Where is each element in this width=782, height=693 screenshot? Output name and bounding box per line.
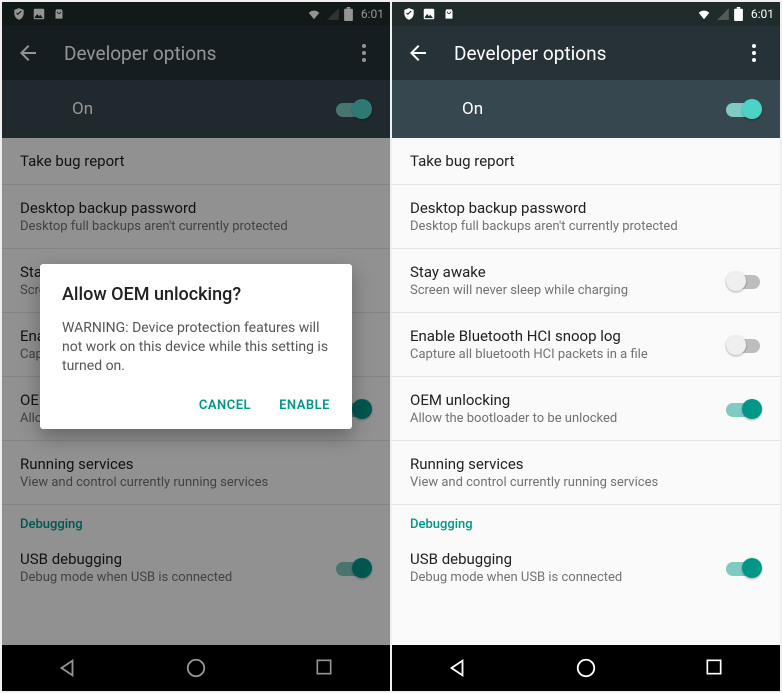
oem-unlock-dialog: Allow OEM unlocking? WARNING: Device pro…: [40, 264, 352, 429]
row-subtitle: Desktop full backups aren't currently pr…: [410, 219, 762, 234]
dialog-title: Allow OEM unlocking?: [62, 284, 330, 305]
usb-debug-toggle-switch[interactable]: [726, 558, 762, 578]
oem-toggle-switch[interactable]: [726, 399, 762, 419]
app-bar: Developer options: [392, 26, 780, 80]
bt-hci-toggle-switch[interactable]: [726, 335, 762, 355]
phone-right: 6:01 Developer options On Take bug repor…: [392, 2, 780, 691]
section-debugging: Debugging: [392, 505, 780, 536]
master-toggle-switch[interactable]: [726, 99, 762, 119]
antivirus-icon: [402, 7, 416, 21]
nav-recent-icon[interactable]: [704, 657, 726, 679]
row-running-services[interactable]: Running services View and control curren…: [392, 441, 780, 505]
image-icon: [422, 7, 436, 21]
row-oem-unlocking[interactable]: OEM unlocking Allow the bootloader to be…: [392, 377, 780, 441]
row-subtitle: Allow the bootloader to be unlocked: [410, 411, 726, 426]
cancel-button[interactable]: Cancel: [199, 398, 251, 413]
overflow-menu-icon[interactable]: [742, 41, 766, 65]
row-title: Stay awake: [410, 263, 726, 281]
row-title: OEM unlocking: [410, 391, 726, 409]
row-stay-awake[interactable]: Stay awake Screen will never sleep while…: [392, 249, 780, 313]
settings-list: Take bug report Desktop backup password …: [392, 138, 780, 645]
page-title: Developer options: [454, 42, 742, 65]
row-usb-debugging[interactable]: USB debugging Debug mode when USB is con…: [392, 536, 780, 599]
wifi-icon: [696, 7, 712, 21]
row-subtitle: Debug mode when USB is connected: [410, 570, 726, 585]
row-title: USB debugging: [410, 550, 726, 568]
row-title: Desktop backup password: [410, 199, 762, 217]
row-subtitle: Capture all bluetooth HCI packets in a f…: [410, 347, 726, 362]
nav-home-icon[interactable]: [575, 657, 597, 679]
stay-awake-toggle-switch[interactable]: [726, 271, 762, 291]
phone-left: 6:01 Developer options On Take bug repor…: [2, 2, 390, 691]
master-toggle-row[interactable]: On: [392, 80, 780, 138]
battery-icon: [734, 7, 743, 21]
row-bluetooth-hci[interactable]: Enable Bluetooth HCI snoop log Capture a…: [392, 313, 780, 377]
nav-back-icon[interactable]: [446, 657, 468, 679]
row-title: Enable Bluetooth HCI snoop log: [410, 327, 726, 345]
master-toggle-label: On: [462, 99, 726, 119]
signal-icon: [716, 7, 730, 21]
row-title: Running services: [410, 455, 762, 473]
status-time: 6:01: [751, 7, 774, 21]
store-icon: [442, 7, 456, 21]
row-subtitle: Screen will never sleep while charging: [410, 283, 726, 298]
dialog-body: WARNING: Device protection features will…: [62, 319, 330, 376]
row-subtitle: View and control currently running servi…: [410, 475, 762, 490]
nav-bar: [392, 645, 780, 691]
row-bug-report[interactable]: Take bug report: [392, 138, 780, 185]
row-backup-password[interactable]: Desktop backup password Desktop full bac…: [392, 185, 780, 249]
enable-button[interactable]: Enable: [279, 398, 330, 413]
status-bar: 6:01: [392, 2, 780, 26]
back-icon[interactable]: [406, 41, 430, 65]
row-title: Take bug report: [410, 152, 762, 170]
